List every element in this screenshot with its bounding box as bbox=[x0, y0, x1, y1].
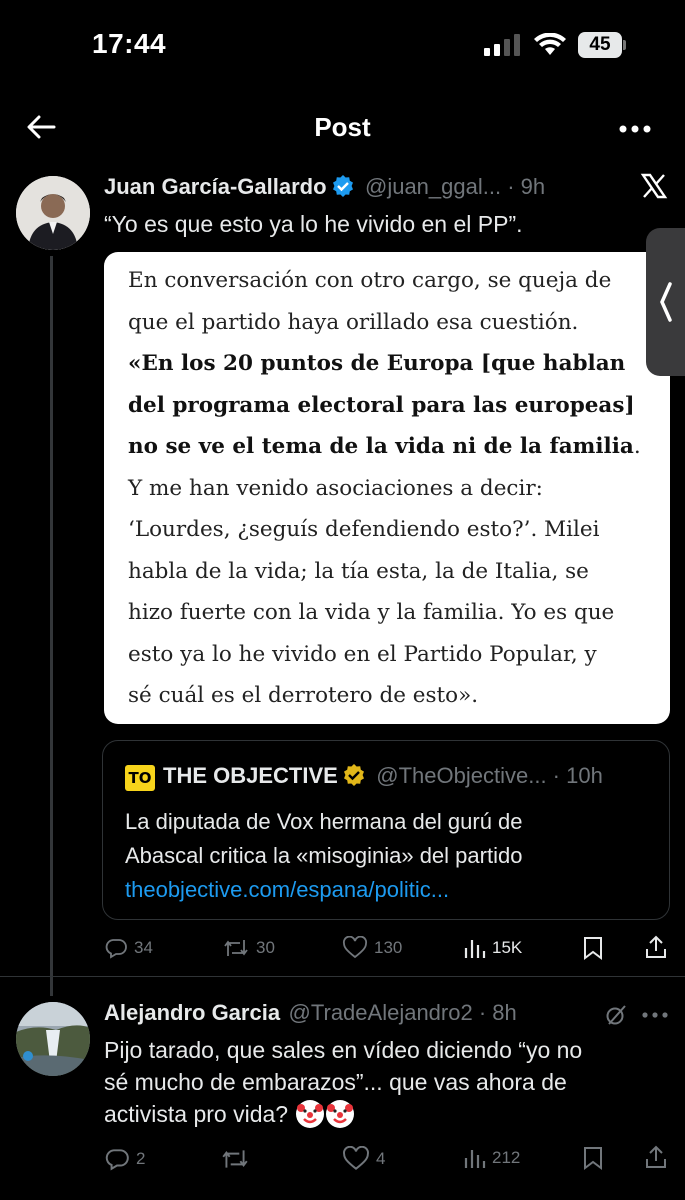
views-count: 15K bbox=[492, 938, 523, 957]
wifi-icon bbox=[534, 33, 566, 55]
like-icon bbox=[343, 1146, 369, 1170]
reply-icon bbox=[105, 1149, 129, 1171]
article-line: hizo fuerte con la vida y la familia. Yo… bbox=[128, 600, 615, 625]
reply-button[interactable]: 2 bbox=[104, 1146, 145, 1172]
author-handle-time: @TradeAlejandro2 · 8h bbox=[288, 1000, 517, 1025]
like-button[interactable]: 4 bbox=[342, 1146, 385, 1172]
tweet-text-line: activista pro vida? bbox=[104, 1101, 289, 1127]
repost-count: 30 bbox=[256, 938, 275, 957]
tweet-text-line-with-emoji: activista pro vida? bbox=[104, 1098, 664, 1130]
article-excerpt: En conversación con otro cargo, se queja… bbox=[128, 260, 658, 717]
repost-icon bbox=[224, 940, 248, 956]
battery-tip bbox=[623, 40, 626, 50]
signal-icon bbox=[484, 34, 520, 56]
the-objective-logo: TO bbox=[125, 765, 155, 791]
author-handle-time: @juan_ggal... · 9h bbox=[364, 174, 546, 199]
reply-icon bbox=[105, 939, 127, 959]
status-time: 17:44 bbox=[92, 28, 167, 59]
chevron-left-icon bbox=[660, 282, 672, 322]
tweet-image[interactable]: En conversación con otro cargo, se queja… bbox=[104, 252, 670, 724]
repost-button[interactable] bbox=[220, 1146, 256, 1172]
views-button[interactable]: 15K bbox=[464, 936, 522, 960]
page-title: Post bbox=[314, 112, 371, 142]
avatar[interactable] bbox=[16, 1002, 90, 1076]
verified-icon bbox=[332, 175, 353, 197]
views-icon bbox=[464, 1150, 486, 1168]
article-line: sé cuál es el derrotero de esto». bbox=[128, 683, 479, 708]
tweet-text: “Yo es que esto ya lo he vivido en el PP… bbox=[104, 211, 523, 237]
avatar[interactable] bbox=[16, 176, 90, 250]
quote-author-name: THE OBJECTIVE bbox=[163, 763, 338, 788]
tweet-text-line: sé mucho de embarazos”... que vas ahora … bbox=[104, 1069, 567, 1095]
quote-text-line: Abascal critica la «misoginia» del parti… bbox=[125, 843, 523, 868]
x-logo-icon[interactable] bbox=[640, 172, 668, 200]
clown-emoji-icon bbox=[296, 1100, 325, 1128]
quote-text-line: La diputada de Vox hermana del gurú de bbox=[125, 809, 523, 834]
clown-emoji-icon bbox=[326, 1100, 355, 1128]
share-icon[interactable] bbox=[644, 934, 668, 960]
quote-link[interactable]: theobjective.com/espana/politic... bbox=[125, 873, 655, 907]
article-line: habla de la vida; la tía esta, la de Ita… bbox=[128, 558, 589, 584]
bookmark-icon[interactable] bbox=[582, 1146, 604, 1170]
article-line: esto ya lo he vivido en el Partido Popul… bbox=[128, 641, 597, 667]
quoted-tweet[interactable]: TO THE OBJECTIVE @TheObjective... · 10h … bbox=[102, 740, 670, 920]
views-count: 212 bbox=[492, 1148, 521, 1167]
share-icon[interactable] bbox=[644, 1144, 668, 1170]
article-line: En conversación con otro cargo, se queja… bbox=[128, 268, 612, 293]
grok-icon[interactable] bbox=[604, 1003, 628, 1027]
quote-handle-time: @TheObjective... · 10h bbox=[376, 763, 603, 788]
article-bold-line: «En los 20 puntos de Europa [que hablan bbox=[128, 351, 626, 376]
article-line: ‘Lourdes, ¿seguís defendiendo esto?’. Mi… bbox=[128, 517, 600, 542]
views-button[interactable]: 212 bbox=[464, 1146, 520, 1170]
divider bbox=[0, 976, 685, 977]
tweet-text-line: Pijo tarado, que sales en vídeo diciendo… bbox=[104, 1037, 583, 1063]
author-name[interactable]: Juan García-Gallardo bbox=[104, 174, 327, 199]
like-count: 130 bbox=[374, 938, 403, 957]
article-line: que el partido haya orillado esa cuestió… bbox=[128, 309, 579, 335]
tweet-header: Alejandro Garcia @TradeAlejandro2 · 8h bbox=[104, 1000, 604, 1026]
verified-icon bbox=[343, 764, 364, 786]
like-button[interactable]: 130 bbox=[342, 936, 402, 960]
battery-indicator: 45 bbox=[578, 32, 622, 58]
views-icon bbox=[464, 940, 486, 958]
more-icon[interactable] bbox=[615, 114, 655, 144]
article-period: . bbox=[633, 434, 641, 459]
more-icon[interactable] bbox=[640, 1010, 670, 1020]
reply-button[interactable]: 34 bbox=[104, 936, 153, 960]
tweet-text: Pijo tarado, que sales en vídeo diciendo… bbox=[104, 1034, 664, 1130]
author-name[interactable]: Alejandro Garcia bbox=[104, 1000, 280, 1025]
article-bold-line: del programa electoral para las europeas… bbox=[128, 392, 635, 418]
reply-count: 2 bbox=[136, 1149, 146, 1168]
reply-count: 34 bbox=[134, 938, 153, 957]
like-count: 4 bbox=[376, 1149, 386, 1168]
tweet-header: Juan García-Gallardo @juan_ggal... · 9h bbox=[104, 174, 644, 200]
repost-button[interactable]: 30 bbox=[222, 936, 275, 960]
like-icon bbox=[343, 936, 367, 959]
bookmark-icon[interactable] bbox=[582, 936, 604, 960]
repost-icon bbox=[222, 1150, 248, 1168]
side-pull-tab[interactable] bbox=[646, 228, 685, 376]
thread-line bbox=[50, 256, 53, 996]
article-line: Y me han venido asociaciones a decir: bbox=[128, 475, 543, 501]
article-bold-line: no se ve el tema de la vida ni de la fam… bbox=[128, 434, 634, 459]
